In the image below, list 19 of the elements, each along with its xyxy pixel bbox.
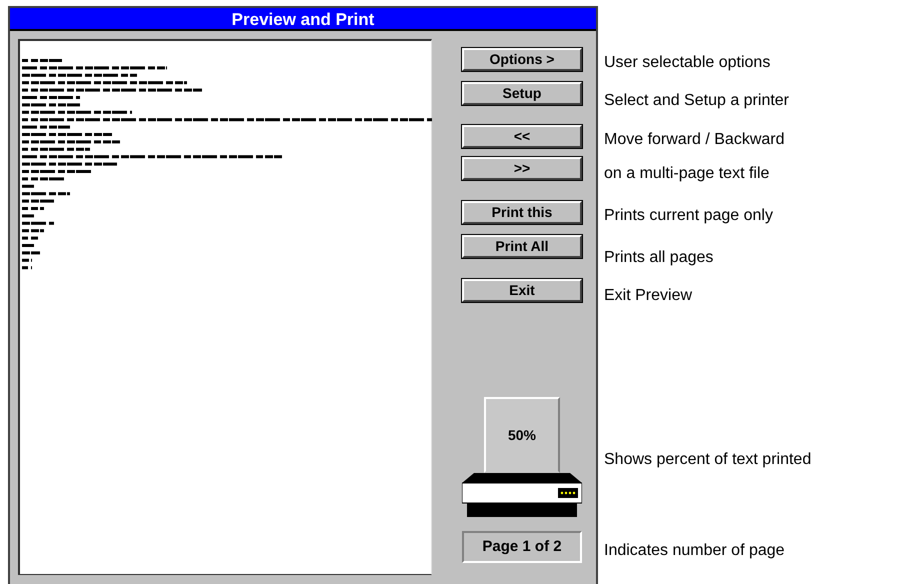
annotation-text: Shows percent of text printed: [604, 450, 812, 470]
annotation-text: on a multi-page text file: [604, 164, 770, 184]
toolbar-button[interactable]: Exit: [462, 279, 582, 302]
toolbar-button[interactable]: <<: [462, 125, 582, 148]
toolbar-button[interactable]: >>: [462, 157, 582, 180]
annotation-text: Exit Preview: [604, 286, 694, 306]
toolbar-button[interactable]: Print this: [462, 201, 582, 224]
page-indicator: Page 1 of 2: [462, 531, 582, 563]
annotation-text: Prints all pages: [604, 248, 714, 268]
toolbar-button[interactable]: Setup: [462, 82, 582, 105]
toolbar-button[interactable]: Options >: [462, 48, 582, 71]
window-title: Preview and Print: [10, 8, 596, 31]
annotation-text: User selectable options: [604, 53, 772, 73]
toolbar-button[interactable]: Print All: [462, 235, 582, 258]
annotation-text: Select and Setup a printer: [604, 91, 790, 111]
percent-printed: 50%: [508, 426, 536, 444]
annotation-text: Prints current page only: [604, 206, 774, 226]
annotation-text: Move forward / Backward: [604, 130, 786, 150]
annotation-text: Indicates number of page: [604, 541, 786, 561]
